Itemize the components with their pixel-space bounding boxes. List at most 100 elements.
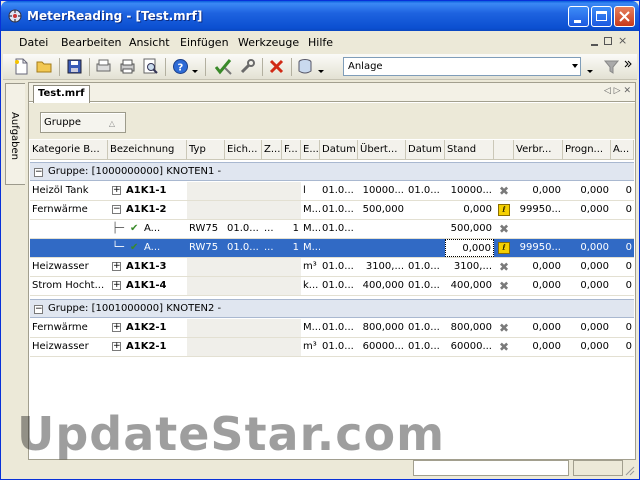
cell-progn: 0,000 bbox=[580, 280, 609, 291]
cell-verbr: 0,000 bbox=[532, 341, 561, 352]
anlage-combo[interactable]: Anlage bbox=[343, 57, 581, 76]
group-by-area: Gruppe △ bbox=[29, 103, 635, 139]
table-row[interactable]: Heizöl Tank + A1K1-1 l 01.0... 10000... 01.0..… bbox=[30, 182, 634, 201]
cell-progn: 0,000 bbox=[580, 204, 609, 215]
table-row[interactable]: Strom Hocht... + A1K1-4 k... 01.0... 400,000 0… bbox=[30, 277, 634, 296]
table-row[interactable]: Fernwärme + A1K2-1 M... 01.0... 800,000 01.0..… bbox=[30, 319, 634, 338]
print-preview-icon[interactable] bbox=[142, 58, 159, 75]
cell-e: l bbox=[303, 185, 306, 196]
combo-options-icon[interactable] bbox=[585, 58, 595, 75]
expand-icon[interactable]: + bbox=[112, 342, 121, 351]
print-setup-icon[interactable] bbox=[95, 58, 112, 75]
column-header[interactable]: Eich... bbox=[225, 140, 262, 160]
column-header[interactable]: Z... bbox=[262, 140, 282, 160]
cell-f bbox=[282, 182, 301, 200]
cell-f: 1 bbox=[292, 223, 299, 234]
cell-uebert: 400,000 bbox=[362, 280, 404, 291]
tab-close-icon[interactable]: ✕ bbox=[623, 86, 631, 96]
cell-bezeichnung: + A1K1-3 bbox=[108, 258, 187, 276]
tree-branch-icon: ├─ bbox=[112, 223, 125, 234]
cell-datum2: 01.0... bbox=[408, 261, 440, 272]
group-by-chip[interactable]: Gruppe △ bbox=[40, 112, 126, 133]
expand-icon[interactable]: + bbox=[112, 323, 121, 332]
mdi-minimize-icon[interactable] bbox=[591, 44, 598, 46]
table-row[interactable]: └─ ✔ A... RW75 01.0...... 1 M... 0,000 ℓ 99950...… bbox=[30, 239, 634, 258]
menu-einfuegen[interactable]: Einfügen bbox=[180, 36, 229, 49]
column-header[interactable]: Kategorie B... bbox=[30, 140, 108, 160]
column-header[interactable]: Progn... bbox=[563, 140, 611, 160]
close-button[interactable] bbox=[614, 6, 635, 27]
cell-status: ✖ bbox=[494, 319, 514, 337]
menu-ansicht[interactable]: Ansicht bbox=[129, 36, 170, 49]
tab-right-icon[interactable]: ▷ bbox=[614, 86, 621, 96]
tasks-side-tab[interactable]: Aufgaben bbox=[5, 83, 25, 185]
tools-wrench-icon[interactable] bbox=[239, 58, 256, 75]
cell-kategorie bbox=[30, 239, 108, 257]
expand-icon[interactable]: + bbox=[112, 186, 121, 195]
open-folder-icon[interactable] bbox=[36, 58, 53, 75]
resize-grip-icon[interactable] bbox=[623, 464, 635, 476]
table-row[interactable]: Heizwasser + A1K2-1 m³ 01.0... 60000... 01.0..… bbox=[30, 338, 634, 357]
maximize-button[interactable] bbox=[591, 6, 612, 27]
tab-test-mrf[interactable]: Test.mrf bbox=[33, 85, 90, 103]
status-cross-icon: ✖ bbox=[499, 184, 510, 198]
meter-name: A1K1-1 bbox=[126, 185, 167, 196]
column-header[interactable]: Verbr... bbox=[514, 140, 563, 160]
mdi-restore-icon[interactable] bbox=[604, 37, 612, 45]
column-header[interactable]: Bezeichnung bbox=[108, 140, 187, 160]
status-field-2 bbox=[573, 460, 623, 476]
collapse-icon[interactable]: − bbox=[34, 168, 43, 177]
column-header[interactable]: Übert... bbox=[358, 140, 406, 160]
chevron-down-icon[interactable] bbox=[572, 64, 578, 68]
delete-icon[interactable] bbox=[268, 58, 285, 75]
table-row[interactable]: Fernwärme − A1K1-2 M... 01.0... 500,000 0,000 ℓ… bbox=[30, 201, 634, 220]
collapse-icon[interactable]: − bbox=[112, 205, 121, 214]
meter-name: A... bbox=[144, 242, 161, 253]
menu-datei[interactable]: Datei bbox=[19, 36, 48, 49]
group-row[interactable]: − Gruppe: [1001000000] KNOTEN2 - bbox=[30, 299, 634, 318]
help-icon[interactable]: ? bbox=[172, 58, 189, 75]
print-icon[interactable] bbox=[119, 58, 136, 75]
toolbar-overflow-icon[interactable] bbox=[623, 58, 633, 75]
column-header[interactable]: Datum bbox=[406, 140, 445, 160]
menu-bearbeiten[interactable]: Bearbeiten bbox=[61, 36, 121, 49]
filter-icon[interactable] bbox=[603, 58, 620, 75]
status-cross-icon: ✖ bbox=[499, 260, 510, 274]
cell-stand: 3100,... bbox=[453, 261, 492, 272]
expand-icon[interactable]: + bbox=[112, 281, 121, 290]
tab-left-icon[interactable]: ◁ bbox=[604, 86, 611, 96]
new-file-icon[interactable] bbox=[13, 58, 30, 75]
cell-z bbox=[262, 319, 282, 337]
save-icon[interactable] bbox=[66, 58, 83, 75]
check-readings-icon[interactable] bbox=[215, 58, 232, 75]
database-icon[interactable] bbox=[297, 58, 314, 75]
group-by-label: Gruppe bbox=[44, 117, 82, 128]
group-row[interactable]: − Gruppe: [1000000000] KNOTEN1 - bbox=[30, 162, 634, 181]
meter-name: A1K2-1 bbox=[126, 322, 167, 333]
table-row[interactable]: ├─ ✔ A... RW75 01.0...... 1 M... 01.0... 500,000… bbox=[30, 220, 634, 239]
cell-progn: 0,000 bbox=[580, 185, 609, 196]
table-row[interactable]: Heizwasser + A1K1-3 m³ 01.0... 3100,... 01.0..… bbox=[30, 258, 634, 277]
column-header[interactable]: A... bbox=[611, 140, 634, 160]
status-cross-icon: ✖ bbox=[499, 222, 510, 236]
status-field-1 bbox=[413, 460, 569, 476]
collapse-icon[interactable]: − bbox=[34, 305, 43, 314]
minimize-button[interactable] bbox=[568, 6, 589, 27]
expand-icon[interactable]: + bbox=[112, 262, 121, 271]
column-header[interactable]: F... bbox=[282, 140, 301, 160]
cell-e: m³ bbox=[303, 341, 317, 352]
menu-werkzeuge[interactable]: Werkzeuge bbox=[238, 36, 299, 49]
help-dropdown-icon[interactable] bbox=[191, 58, 199, 75]
menu-hilfe[interactable]: Hilfe bbox=[308, 36, 333, 49]
column-header[interactable]: Stand bbox=[445, 140, 494, 160]
column-header[interactable] bbox=[494, 140, 514, 160]
mdi-close-icon[interactable]: × bbox=[618, 34, 627, 47]
column-header[interactable]: E... bbox=[301, 140, 320, 160]
database-dropdown-icon[interactable] bbox=[317, 58, 325, 75]
title-bar[interactable]: MeterReading - [Test.mrf] bbox=[1, 1, 639, 31]
cell-z bbox=[262, 338, 282, 356]
cell-e: k... bbox=[303, 280, 319, 291]
cell-verbr: 99950... bbox=[519, 204, 561, 215]
column-header[interactable]: Typ bbox=[187, 140, 225, 160]
column-header[interactable]: Datum bbox=[320, 140, 358, 160]
